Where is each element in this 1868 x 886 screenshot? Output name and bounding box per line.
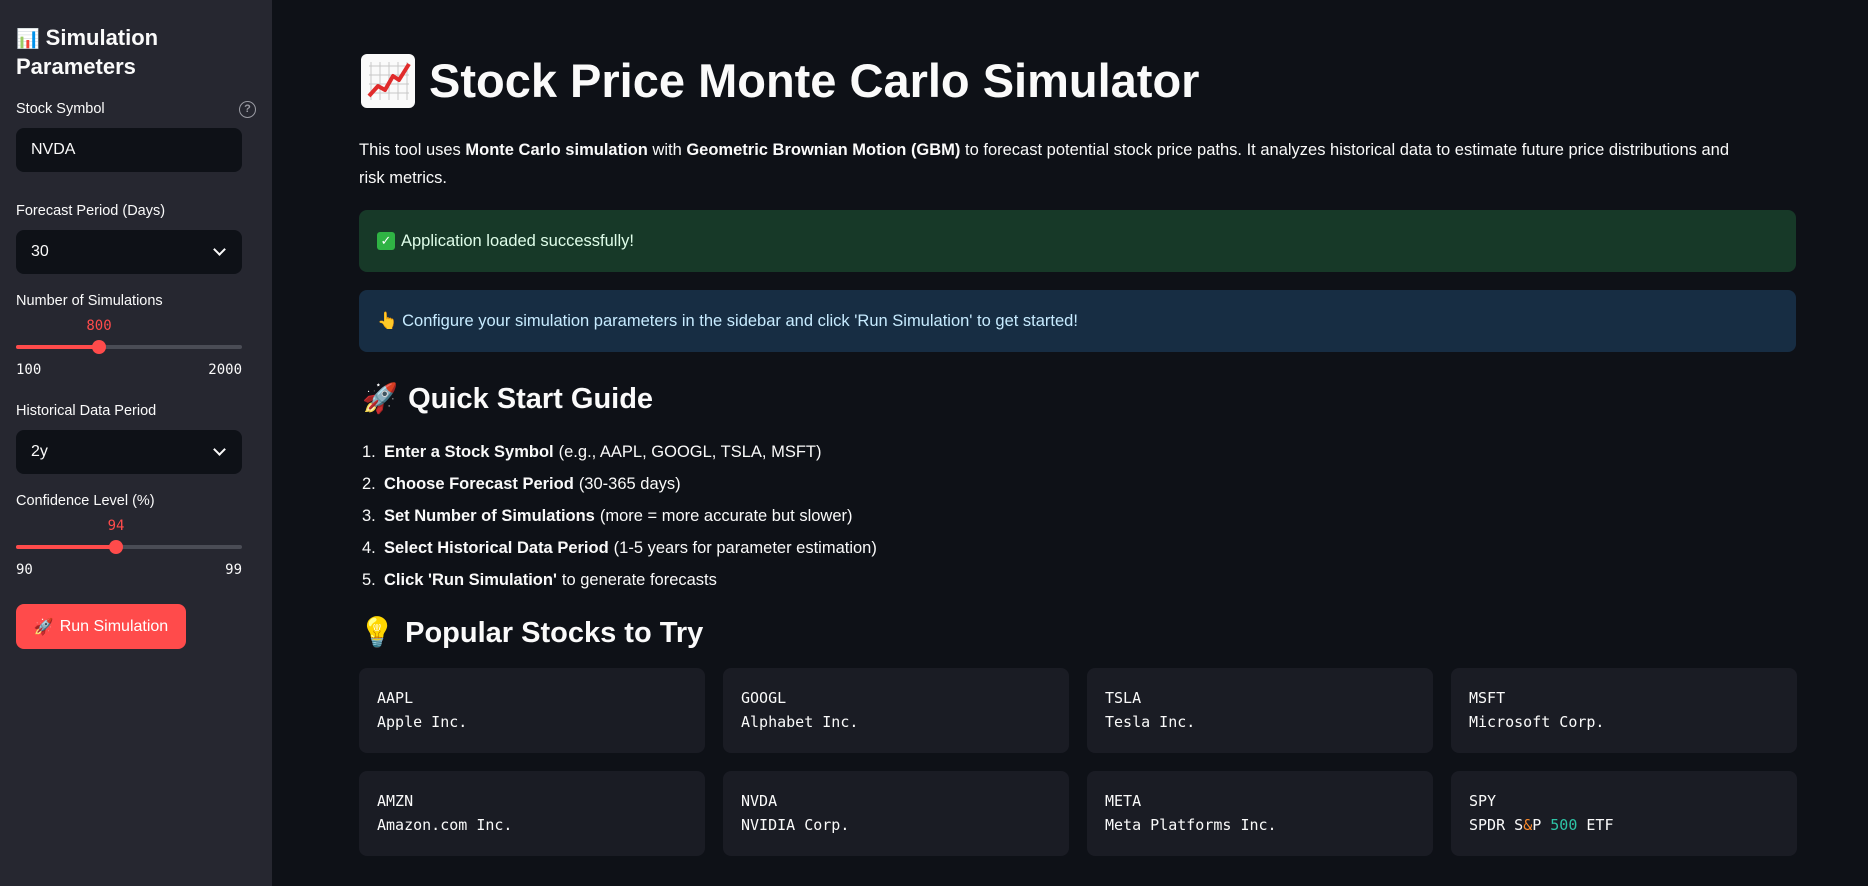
confidence-level-slider[interactable]: 94 90 99 [16, 512, 242, 582]
slider-fill [16, 345, 99, 349]
quick-start-title: 🚀 Quick Start Guide [362, 382, 654, 416]
stock-card: AMZN Amazon.com Inc. [359, 771, 705, 856]
popular-stocks-title: 💡 Popular Stocks to Try [359, 616, 704, 650]
bar-chart-icon: 📊 [16, 29, 40, 50]
sidebar: 📊 Simulation Parameters Stock Symbol ? NV… [0, 0, 272, 886]
stock-symbol-input[interactable]: NVDA [16, 128, 242, 172]
slider-max: 2000 [208, 362, 242, 378]
list-item: 4. Select Historical Data Period (1-5 year… [362, 539, 877, 557]
popular-stocks-grid: AAPL Apple Inc. GOOGL Alphabet Inc. TSLA Te… [359, 668, 1797, 856]
main-content: Stock Price Monte Carlo Simulator This t… [272, 0, 1868, 886]
light-bulb-icon: 💡 [359, 617, 396, 649]
question-circle-icon[interactable]: ? [239, 100, 256, 118]
slider-min: 90 [16, 562, 33, 578]
slider-value: 800 [86, 318, 112, 334]
stock-card: NVDA NVIDIA Corp. [723, 771, 1069, 856]
slider-thumb[interactable] [92, 340, 106, 354]
chevron-down-icon [213, 443, 226, 456]
historical-period-label: Historical Data Period [16, 403, 157, 419]
intro-text: This tool uses Monte Carlo simulation wi… [359, 141, 1730, 187]
slider-thumb[interactable] [109, 540, 123, 554]
forecast-period-select[interactable]: 30 [16, 230, 242, 274]
forecast-period-label: Forecast Period (Days) [16, 203, 166, 219]
slider-value: 94 [107, 518, 125, 534]
list-item: 3. Set Number of Simulations (more = more … [362, 507, 853, 525]
run-simulation-button[interactable]: 🚀 Run Simulation [16, 604, 186, 649]
list-item: 1. Enter a Stock Symbol (e.g., AAPL, GOOGL… [362, 443, 822, 461]
page-title: Stock Price Monte Carlo Simulator [361, 48, 1796, 114]
run-simulation-label: Run Simulation [59, 617, 169, 635]
slider-fill [16, 545, 116, 549]
chart-increasing-icon [361, 54, 415, 108]
sidebar-title: 📊 Simulation Parameters [16, 25, 159, 79]
confidence-level-label: Confidence Level (%) [16, 493, 155, 509]
info-alert: 👆 Configure your simulation parameters i… [359, 290, 1796, 352]
num-simulations-label: Number of Simulations [16, 293, 163, 309]
list-item: 2. Choose Forecast Period (30-365 days) [362, 475, 681, 493]
stock-card: AAPL Apple Inc. [359, 668, 705, 753]
stock-card: TSLA Tesla Inc. [1087, 668, 1433, 753]
rocket-icon: 🚀 [33, 618, 54, 636]
stock-card: GOOGL Alphabet Inc. [723, 668, 1069, 753]
chevron-down-icon [213, 243, 226, 256]
slider-max: 99 [225, 562, 242, 578]
historical-period-select[interactable]: 2y [16, 430, 242, 474]
success-alert: ✓ Application loaded successfully! [359, 210, 1796, 272]
quick-start-steps: 1. Enter a Stock Symbol (e.g., AAPL, GOOGL… [362, 436, 1796, 596]
stock-card: MSFT Microsoft Corp. [1451, 668, 1797, 753]
stock-symbol-label: Stock Symbol ? [16, 98, 256, 120]
slider-min: 100 [16, 362, 42, 378]
rocket-icon: 🚀 [362, 383, 399, 415]
list-item: 5. Click 'Run Simulation' to generate fore… [362, 571, 717, 589]
stock-card: META Meta Platforms Inc. [1087, 771, 1433, 856]
stock-card: SPY SPDR S&P 500 ETF [1451, 771, 1797, 856]
num-simulations-slider[interactable]: 800 100 2000 [16, 312, 242, 382]
check-icon: ✓ [377, 232, 395, 250]
